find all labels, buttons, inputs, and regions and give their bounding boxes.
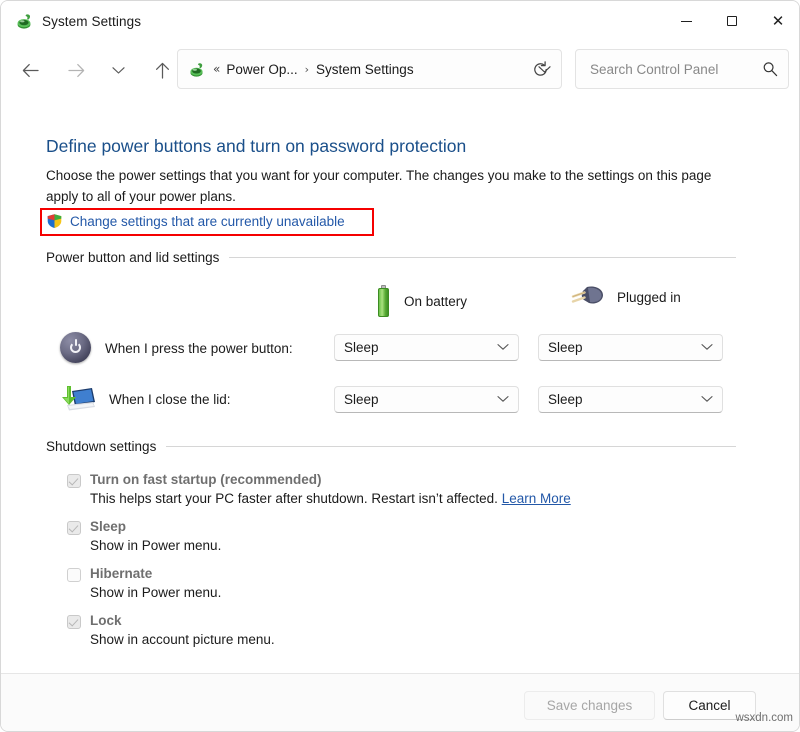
group-divider bbox=[229, 257, 736, 258]
group-divider bbox=[166, 446, 736, 447]
laptop-lid-icon bbox=[59, 383, 97, 415]
chevron-down-icon bbox=[112, 66, 125, 75]
close-button[interactable]: ✕ bbox=[755, 1, 800, 41]
checkbox-description-sleep: Show in Power menu. bbox=[90, 538, 221, 553]
checkbox-description-text: This helps start your PC faster after sh… bbox=[90, 491, 502, 506]
row-label-close-lid: When I close the lid: bbox=[109, 392, 231, 407]
up-arrow-icon bbox=[155, 62, 170, 79]
maximize-button[interactable] bbox=[709, 1, 755, 41]
minimize-button[interactable] bbox=[663, 1, 709, 41]
recent-locations-button[interactable] bbox=[102, 54, 134, 86]
checkbox-fast-startup[interactable] bbox=[67, 474, 81, 488]
checkbox-hibernate[interactable] bbox=[67, 568, 81, 582]
title-bar: System Settings ✕ bbox=[1, 1, 800, 41]
breadcrumb-overflow-icon[interactable]: « bbox=[213, 62, 220, 76]
column-header-plugged-in: Plugged in bbox=[571, 284, 681, 310]
change-settings-link-text[interactable]: Change settings that are currently unava… bbox=[70, 214, 345, 229]
power-settings-group-header: Power button and lid settings bbox=[46, 250, 736, 265]
page-title: Define power buttons and turn on passwor… bbox=[46, 136, 466, 157]
chevron-down-icon bbox=[497, 393, 509, 406]
dropdown-power-button-plugged-in[interactable]: Sleep bbox=[538, 334, 723, 361]
shield-icon bbox=[46, 213, 63, 229]
breadcrumb-item-system-settings[interactable]: System Settings bbox=[316, 62, 414, 77]
save-changes-button[interactable]: Save changes bbox=[524, 691, 655, 720]
dropdown-close-lid-on-battery[interactable]: Sleep bbox=[334, 386, 519, 413]
row-close-lid: When I close the lid: bbox=[59, 383, 231, 415]
checkbox-item-lock: Lock Show in account picture menu. bbox=[67, 613, 275, 647]
maximize-icon bbox=[727, 16, 737, 26]
power-options-icon bbox=[15, 12, 33, 30]
dropdown-value: Sleep bbox=[344, 340, 379, 355]
close-icon: ✕ bbox=[772, 14, 785, 29]
back-arrow-icon bbox=[22, 63, 39, 78]
shutdown-settings-group-header: Shutdown settings bbox=[46, 439, 736, 454]
forward-arrow-icon bbox=[68, 63, 85, 78]
dropdown-value: Sleep bbox=[344, 392, 379, 407]
power-button-icon bbox=[59, 331, 93, 365]
search-icon[interactable] bbox=[762, 61, 778, 77]
checkbox-label-hibernate: Hibernate bbox=[90, 566, 152, 581]
search-input[interactable] bbox=[588, 61, 748, 78]
column-header-on-battery: On battery bbox=[376, 284, 467, 318]
checkbox-item-hibernate: Hibernate Show in Power menu. bbox=[67, 566, 221, 600]
dropdown-value: Sleep bbox=[548, 340, 583, 355]
back-button[interactable] bbox=[14, 54, 46, 86]
breadcrumb-separator-icon: › bbox=[305, 63, 309, 76]
shutdown-settings-group-label: Shutdown settings bbox=[46, 439, 156, 454]
forward-button[interactable] bbox=[60, 54, 92, 86]
checkbox-sleep[interactable] bbox=[67, 521, 81, 535]
refresh-button[interactable] bbox=[525, 54, 555, 84]
page-description: Choose the power settings that you want … bbox=[46, 165, 736, 207]
row-label-power-button: When I press the power button: bbox=[105, 341, 293, 356]
checkbox-label-fast-startup: Turn on fast startup (recommended) bbox=[90, 472, 322, 487]
column-label-plugged-in: Plugged in bbox=[617, 290, 681, 305]
search-box[interactable] bbox=[575, 49, 789, 89]
breadcrumb-item-power-options[interactable]: Power Op... bbox=[226, 62, 297, 77]
chevron-down-icon bbox=[701, 341, 713, 354]
power-options-icon bbox=[188, 61, 205, 78]
checkbox-lock[interactable] bbox=[67, 615, 81, 629]
address-bar[interactable]: « Power Op... › System Settings bbox=[177, 49, 562, 89]
up-button[interactable] bbox=[146, 54, 178, 86]
watermark: wsxdn.com bbox=[735, 712, 793, 724]
power-plug-icon bbox=[571, 284, 605, 310]
checkbox-item-fast-startup: Turn on fast startup (recommended) This … bbox=[67, 472, 571, 506]
checkbox-label-lock: Lock bbox=[90, 613, 122, 628]
checkbox-description-fast-startup: This helps start your PC faster after sh… bbox=[90, 491, 571, 506]
system-settings-window: System Settings ✕ bbox=[0, 0, 800, 732]
dropdown-value: Sleep bbox=[548, 392, 583, 407]
battery-icon bbox=[376, 284, 392, 318]
checkbox-label-sleep: Sleep bbox=[90, 519, 126, 534]
caption-buttons: ✕ bbox=[663, 1, 800, 41]
chevron-down-icon bbox=[701, 393, 713, 406]
checkbox-item-sleep: Sleep Show in Power menu. bbox=[67, 519, 221, 553]
content-area: Define power buttons and turn on passwor… bbox=[1, 109, 800, 669]
dropdown-power-button-on-battery[interactable]: Sleep bbox=[334, 334, 519, 361]
chevron-down-icon bbox=[497, 341, 509, 354]
checkbox-description-hibernate: Show in Power menu. bbox=[90, 585, 221, 600]
power-settings-group-label: Power button and lid settings bbox=[46, 250, 219, 265]
title-bar-left: System Settings bbox=[1, 12, 141, 30]
dropdown-close-lid-plugged-in[interactable]: Sleep bbox=[538, 386, 723, 413]
refresh-icon bbox=[532, 61, 549, 78]
row-power-button: When I press the power button: bbox=[59, 331, 293, 365]
minimize-icon bbox=[681, 21, 692, 22]
change-settings-link[interactable]: Change settings that are currently unava… bbox=[46, 213, 345, 229]
window-title: System Settings bbox=[42, 14, 141, 29]
learn-more-link[interactable]: Learn More bbox=[502, 491, 571, 506]
checkbox-description-lock: Show in account picture menu. bbox=[90, 632, 275, 647]
column-label-on-battery: On battery bbox=[404, 294, 467, 309]
